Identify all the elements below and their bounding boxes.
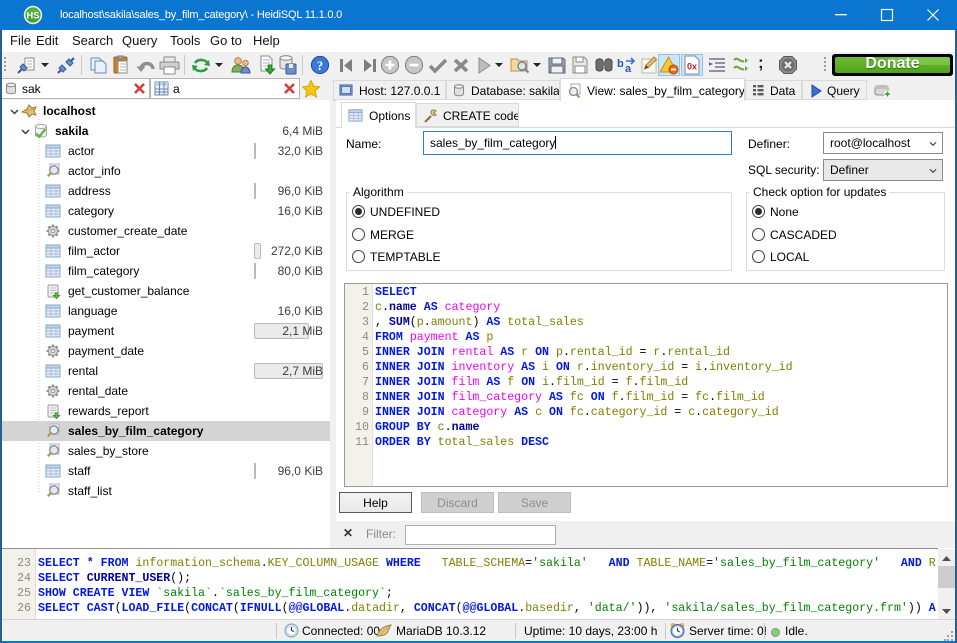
svg-text:0x: 0x [687, 62, 697, 72]
svg-text:?: ? [317, 59, 323, 73]
svg-text:a: a [625, 63, 632, 75]
svg-text:HS: HS [26, 11, 39, 22]
svg-text:b: b [617, 58, 624, 70]
